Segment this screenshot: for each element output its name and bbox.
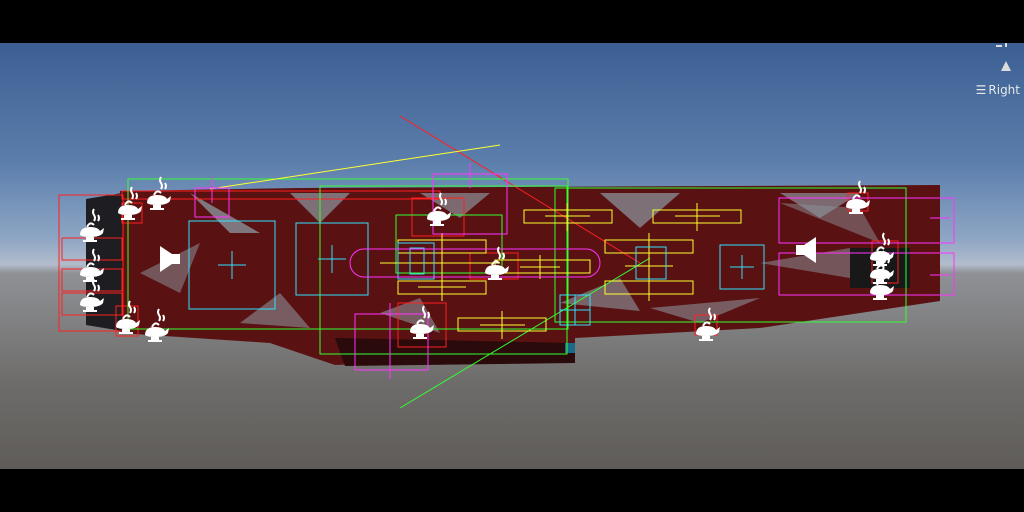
ship-hull[interactable] <box>86 185 940 366</box>
scene-canvas[interactable] <box>0 43 1024 469</box>
scene-viewport[interactable]: ☰ Right <box>0 43 1024 469</box>
hamburger-menu-icon[interactable]: ☰ <box>976 83 987 97</box>
top-letterbox <box>0 0 1024 43</box>
view-orientation-text: Right <box>988 83 1020 97</box>
bottom-letterbox <box>0 469 1024 512</box>
scene-orientation-gizmo-icon[interactable] <box>964 43 1024 83</box>
view-orientation-label[interactable]: ☰ Right <box>976 83 1020 97</box>
scene-orientation-gizmo[interactable] <box>964 43 1024 113</box>
